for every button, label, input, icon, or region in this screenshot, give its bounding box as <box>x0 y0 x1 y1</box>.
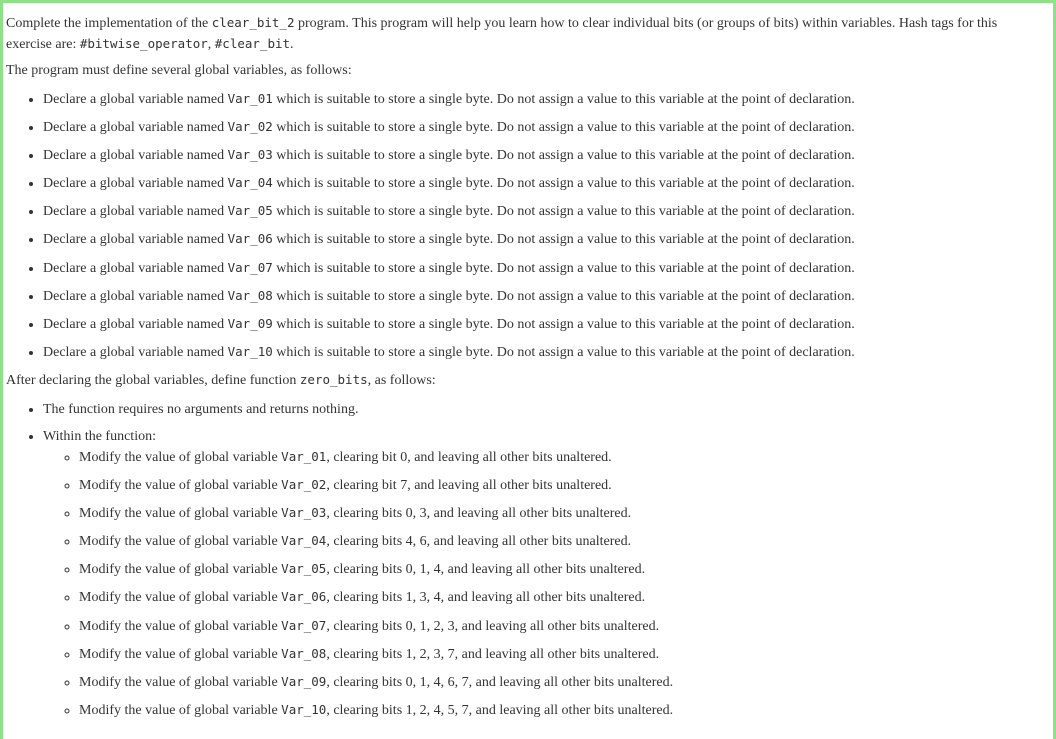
var-name-code: Var_04 <box>281 533 327 549</box>
item-text: Declare a global variable named <box>43 288 228 304</box>
var-name-code: Var_08 <box>281 645 327 661</box>
var-name-code: Var_02 <box>227 119 273 135</box>
item-text: Declare a global variable named <box>43 316 228 332</box>
global-var-item: Declare a global variable named Var_01 w… <box>43 89 1039 109</box>
item-text: , clearing bits 1, 2, 3, 7, and leaving … <box>326 646 660 662</box>
within-label: Within the function: <box>43 428 156 444</box>
function-heading: After declaring the global variables, de… <box>6 370 1039 391</box>
intro-paragraph: Complete the implementation of the clear… <box>6 13 1039 55</box>
var-name-code: Var_08 <box>227 287 273 303</box>
item-text: , clearing bits 1, 3, 4, and leaving all… <box>326 590 646 606</box>
var-name-code: Var_05 <box>281 561 327 577</box>
item-text: Modify the value of global variable <box>79 534 282 550</box>
var-name-code: Var_09 <box>281 673 327 689</box>
item-text: Modify the value of global variable <box>79 618 282 634</box>
no-arguments-item: The function requires no arguments and r… <box>43 400 1039 420</box>
item-text: Modify the value of global variable <box>79 478 282 494</box>
global-var-item: Declare a global variable named Var_06 w… <box>43 229 1039 249</box>
modification-item: Modify the value of global variable Var_… <box>79 644 1039 664</box>
globals-heading: The program must define several global v… <box>6 63 352 78</box>
item-text: Modify the value of global variable <box>79 506 282 522</box>
item-text: Modify the value of global variable <box>79 562 282 578</box>
item-text: which is suitable to store a single byte… <box>272 316 855 332</box>
exercise-panel: Complete the implementation of the clear… <box>0 0 1056 739</box>
modification-item: Modify the value of global variable Var_… <box>79 616 1039 636</box>
global-var-item: Declare a global variable named Var_04 w… <box>43 173 1039 193</box>
var-name-code: Var_04 <box>227 175 273 191</box>
item-text: Declare a global variable named <box>43 260 228 276</box>
var-name-code: Var_03 <box>227 147 273 163</box>
item-text: which is suitable to store a single byte… <box>272 204 855 220</box>
item-text: , clearing bits 0, 1, 4, 6, 7, and leavi… <box>326 674 674 690</box>
var-name-code: Var_02 <box>281 477 327 493</box>
hashtag-clear-bit: #clear_bit <box>214 36 291 51</box>
hashtag-bitwise-operator: #bitwise_operator <box>79 36 208 51</box>
item-text: Declare a global variable named <box>43 204 228 220</box>
modification-item: Modify the value of global variable Var_… <box>79 475 1039 495</box>
modification-item: Modify the value of global variable Var_… <box>79 447 1039 467</box>
modifications-list: Modify the value of global variable Var_… <box>43 447 1039 720</box>
modification-item: Modify the value of global variable Var_… <box>79 559 1039 579</box>
within-function-item: Within the function: Modify the value of… <box>43 427 1039 720</box>
item-text: , clearing bits 0, 1, 4, and leaving all… <box>326 562 646 578</box>
item-text: Declare a global variable named <box>43 344 228 360</box>
var-name-code: Var_07 <box>281 617 327 633</box>
var-name-code: Var_06 <box>227 231 273 247</box>
item-text: Declare a global variable named <box>43 148 228 164</box>
item-text: which is suitable to store a single byte… <box>272 92 855 107</box>
item-text: , clearing bit 7, and leaving all other … <box>326 478 612 494</box>
heading-text: After declaring the global variables, de… <box>6 372 300 388</box>
global-var-item: Declare a global variable named Var_05 w… <box>43 201 1039 221</box>
var-name-code: Var_09 <box>227 315 273 331</box>
var-name-code: Var_10 <box>281 701 327 717</box>
modification-item: Modify the value of global variable Var_… <box>79 700 1039 720</box>
global-var-item: Declare a global variable named Var_02 w… <box>43 117 1039 137</box>
intro-text: . <box>290 37 294 52</box>
item-text: Modify the value of global variable <box>79 702 282 718</box>
var-name-code: Var_01 <box>227 91 273 106</box>
heading-text: , as follows: <box>367 372 436 388</box>
item-text: Modify the value of global variable <box>79 449 282 465</box>
item-text: Declare a global variable named <box>43 120 228 136</box>
item-text: , clearing bits 0, 3, and leaving all ot… <box>326 506 632 522</box>
item-text: which is suitable to store a single byte… <box>272 176 855 192</box>
item-text: which is suitable to store a single byte… <box>272 260 855 276</box>
function-requirements-list: The function requires no arguments and r… <box>6 400 1039 720</box>
global-var-item: Declare a global variable named Var_08 w… <box>43 286 1039 306</box>
item-text: , clearing bits 1, 2, 4, 5, 7, and leavi… <box>326 702 674 718</box>
var-name-code: Var_05 <box>227 203 273 219</box>
global-var-item: Declare a global variable named Var_10 w… <box>43 342 1039 362</box>
item-text: , clearing bits 0, 1, 2, 3, and leaving … <box>326 618 660 634</box>
item-text: , clearing bit 0, and leaving all other … <box>326 449 612 465</box>
modification-item: Modify the value of global variable Var_… <box>79 503 1039 523</box>
item-text: Declare a global variable named <box>43 92 228 107</box>
var-name-code: Var_01 <box>281 448 327 464</box>
function-name-code: zero_bits <box>299 371 368 387</box>
var-name-code: Var_06 <box>281 589 327 605</box>
globals-list: Declare a global variable named Var_01 w… <box>6 89 1039 362</box>
item-text: Modify the value of global variable <box>79 646 282 662</box>
item-text: which is suitable to store a single byte… <box>272 120 855 136</box>
item-text: , clearing bits 4, 6, and leaving all ot… <box>326 534 632 550</box>
var-name-code: Var_10 <box>227 343 273 359</box>
item-text: which is suitable to store a single byte… <box>272 148 855 164</box>
intro-text: Complete the implementation of the <box>6 16 212 31</box>
item-text: Declare a global variable named <box>43 232 228 248</box>
modification-item: Modify the value of global variable Var_… <box>79 531 1039 551</box>
global-var-item: Declare a global variable named Var_09 w… <box>43 314 1039 334</box>
item-text: Modify the value of global variable <box>79 590 282 606</box>
global-var-item: Declare a global variable named Var_07 w… <box>43 258 1039 278</box>
item-text: Modify the value of global variable <box>79 674 282 690</box>
item-text: which is suitable to store a single byte… <box>272 232 855 248</box>
item-text: Declare a global variable named <box>43 176 228 192</box>
modification-item: Modify the value of global variable Var_… <box>79 587 1039 607</box>
var-name-code: Var_03 <box>281 505 327 521</box>
var-name-code: Var_07 <box>227 259 273 275</box>
item-text: which is suitable to store a single byte… <box>272 344 855 360</box>
program-name-code: clear_bit_2 <box>211 15 295 30</box>
intro-text: , <box>207 37 215 52</box>
item-text: which is suitable to store a single byte… <box>272 288 855 304</box>
global-var-item: Declare a global variable named Var_03 w… <box>43 145 1039 165</box>
modification-item: Modify the value of global variable Var_… <box>79 672 1039 692</box>
